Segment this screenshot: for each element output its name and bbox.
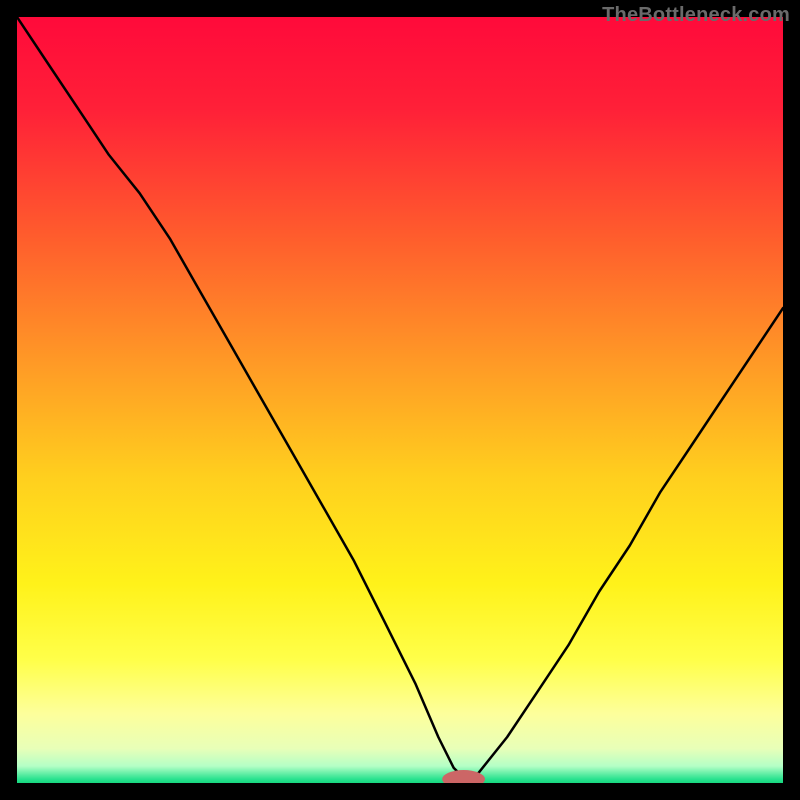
plot-area (17, 17, 783, 783)
chart-frame: TheBottleneck.com (0, 0, 800, 800)
bottleneck-chart (17, 17, 783, 783)
gradient-background (17, 17, 783, 783)
watermark-text: TheBottleneck.com (602, 4, 790, 27)
